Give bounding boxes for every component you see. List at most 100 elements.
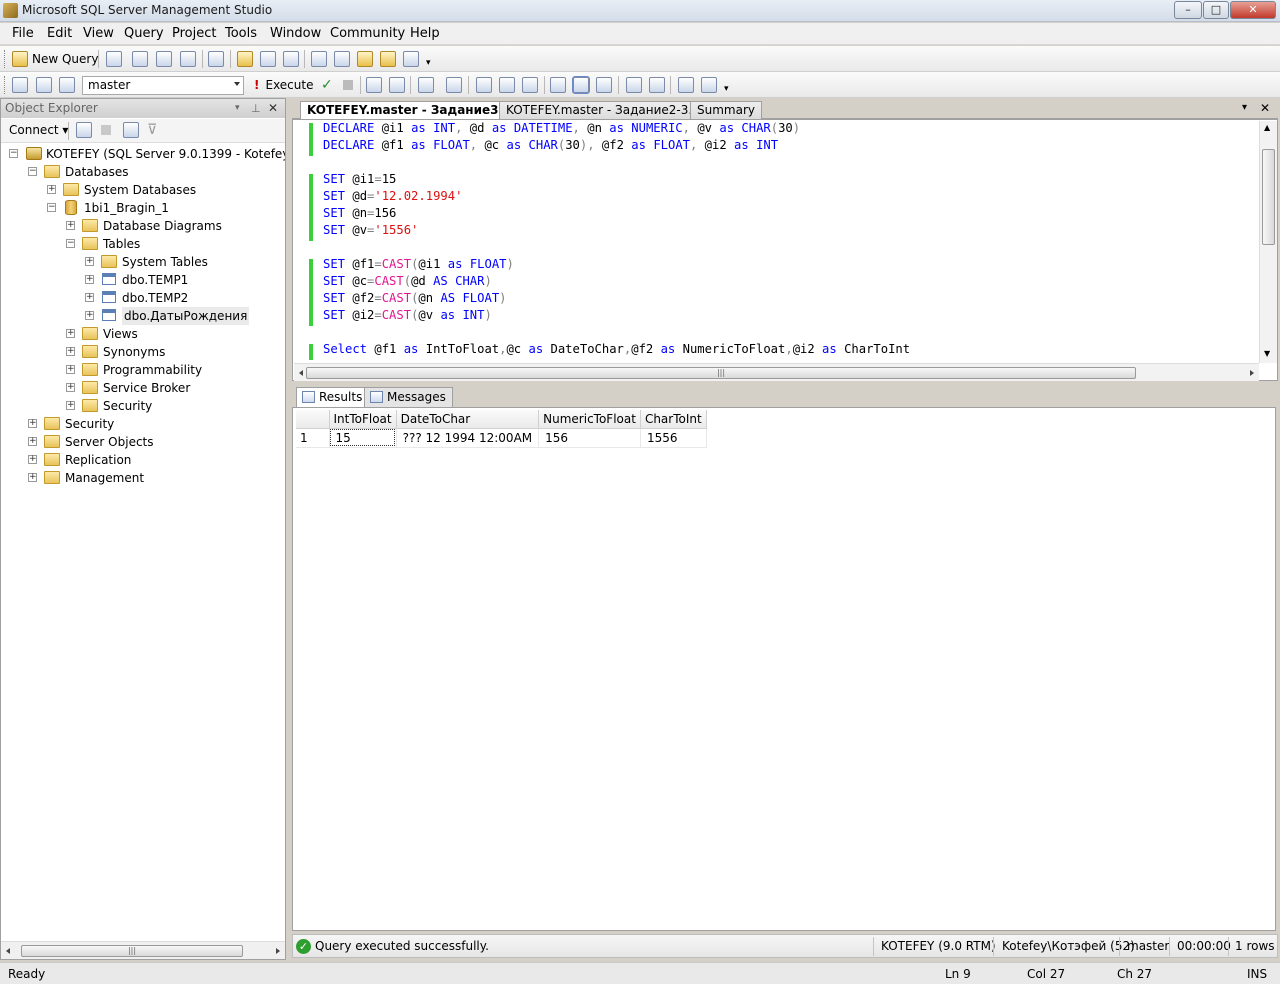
scroll-left-icon[interactable] [6, 948, 10, 954]
scroll-up-icon[interactable]: ▲ [1264, 123, 1270, 132]
toolbar-overflow-icon[interactable]: ▾ [426, 58, 431, 68]
expand-icon[interactable]: + [66, 221, 75, 230]
expand-icon[interactable]: + [28, 419, 37, 428]
editor-hscrollbar[interactable]: ||| [294, 363, 1259, 381]
expand-icon[interactable]: + [66, 401, 75, 410]
expand-icon[interactable]: + [66, 383, 75, 392]
stop-icon[interactable] [101, 125, 111, 135]
close-button[interactable]: ✕ [1230, 1, 1276, 19]
menu-window[interactable]: Window [270, 26, 321, 41]
properties-icon[interactable] [403, 51, 419, 67]
column-header[interactable]: IntToFloat [329, 410, 397, 429]
save-icon[interactable] [260, 51, 276, 67]
menu-file[interactable]: File [12, 26, 34, 41]
grid-cell[interactable]: 1556 [640, 428, 707, 448]
close-panel-icon[interactable]: ✕ [268, 99, 278, 118]
menu-tools[interactable]: Tools [225, 26, 257, 41]
object-explorer-hscrollbar[interactable]: ||| [1, 941, 285, 959]
open-file-icon[interactable] [237, 51, 253, 67]
menu-edit[interactable]: Edit [47, 26, 72, 41]
scroll-thumb[interactable] [1262, 149, 1275, 245]
disconnect-icon[interactable] [36, 77, 52, 93]
filter-icon[interactable]: ⊽ [147, 122, 157, 138]
scroll-left-icon[interactable] [299, 370, 303, 376]
table-row[interactable]: 1 15 ??? 12 1994 12:00AM 156 1556 [296, 428, 707, 448]
expand-icon[interactable]: + [47, 185, 56, 194]
decrease-indent-icon[interactable] [678, 77, 694, 93]
results-grid[interactable]: IntToFloat DateToChar NumericToFloat Cha… [296, 410, 707, 448]
parse-checkmark-icon[interactable]: ✓ [321, 77, 333, 93]
include-plan-icon[interactable] [476, 77, 492, 93]
maximize-button[interactable]: □ [1203, 1, 1229, 19]
tab-list-dropdown-icon[interactable]: ▾ [1242, 102, 1247, 113]
refresh-icon[interactable] [123, 122, 139, 138]
comment-lines-icon[interactable] [626, 77, 642, 93]
menu-help[interactable]: Help [410, 26, 440, 41]
tab-summary[interactable]: Summary [690, 101, 762, 119]
increase-indent-icon[interactable] [701, 77, 717, 93]
expand-icon[interactable]: + [85, 311, 94, 320]
scroll-thumb[interactable]: ||| [306, 367, 1136, 379]
expand-icon[interactable]: + [66, 329, 75, 338]
tab-query-2-3[interactable]: KOTEFEY.master - Задание2-3.sql [499, 101, 717, 119]
collapse-icon[interactable]: − [9, 149, 18, 158]
dropdown-icon[interactable]: ▾ [235, 99, 240, 118]
expand-icon[interactable]: + [28, 473, 37, 482]
results-to-file-icon[interactable] [572, 76, 590, 94]
expand-icon[interactable]: + [85, 293, 94, 302]
close-tab-icon[interactable]: ✕ [1260, 101, 1270, 115]
tab-results[interactable]: Results [296, 387, 370, 407]
results-to-grid-icon[interactable] [550, 77, 566, 93]
collapse-icon[interactable]: − [28, 167, 37, 176]
column-header[interactable]: NumericToFloat [538, 410, 641, 429]
column-header[interactable]: DateToChar [396, 410, 540, 429]
query-designer-icon[interactable] [389, 77, 405, 93]
row-number[interactable]: 1 [296, 428, 330, 448]
new-file-icon[interactable] [106, 51, 122, 67]
comment-out-icon[interactable] [596, 77, 612, 93]
minimize-button[interactable]: – [1174, 1, 1202, 19]
database-select[interactable]: master [82, 76, 244, 95]
expand-icon[interactable]: + [28, 437, 37, 446]
new-project-icon[interactable] [208, 51, 224, 67]
collapse-icon[interactable]: − [66, 239, 75, 248]
template-explorer-icon[interactable] [380, 51, 396, 67]
toolbar-grip[interactable] [4, 76, 7, 94]
client-stats-icon[interactable] [499, 77, 515, 93]
editor-vscrollbar[interactable]: ▲ ▼ [1259, 121, 1277, 363]
grid-cell[interactable]: 15 [329, 428, 397, 448]
expand-icon[interactable]: + [66, 347, 75, 356]
expand-icon[interactable]: + [28, 455, 37, 464]
menu-view[interactable]: View [83, 26, 114, 41]
disconnect-icon[interactable] [76, 122, 92, 138]
scroll-right-icon[interactable] [1250, 370, 1254, 376]
save-all-icon[interactable] [283, 51, 299, 67]
connect-icon[interactable] [12, 77, 28, 93]
database-engine-query-icon[interactable] [132, 51, 148, 67]
scroll-thumb[interactable]: ||| [21, 945, 243, 957]
analysis-query-icon[interactable] [156, 51, 172, 67]
specify-values-icon[interactable] [418, 77, 434, 93]
object-explorer-icon[interactable] [357, 51, 373, 67]
expand-icon[interactable]: + [85, 275, 94, 284]
cancel-query-icon[interactable] [343, 80, 353, 90]
summary-icon[interactable] [334, 51, 350, 67]
column-header[interactable]: CharToInt [640, 410, 707, 429]
grid-cell[interactable]: 156 [538, 428, 641, 448]
display-plan-icon[interactable] [366, 77, 382, 93]
menu-project[interactable]: Project [172, 26, 216, 41]
grid-cell[interactable]: ??? 12 1994 12:00AM [396, 428, 540, 448]
mdx-query-icon[interactable] [180, 51, 196, 67]
pin-icon[interactable]: ⊥ [251, 99, 261, 118]
collapse-icon[interactable]: − [47, 203, 56, 212]
expand-icon[interactable]: + [66, 365, 75, 374]
tab-messages[interactable]: Messages [364, 387, 453, 407]
scroll-right-icon[interactable] [276, 948, 280, 954]
results-to-text-icon[interactable] [522, 77, 538, 93]
menu-community[interactable]: Community [330, 26, 405, 41]
registered-servers-icon[interactable] [311, 51, 327, 67]
toolbar-overflow-icon[interactable]: ▾ [724, 84, 729, 94]
change-connection-icon[interactable] [59, 77, 75, 93]
menu-query[interactable]: Query [124, 26, 164, 41]
sql-editor[interactable]: DECLARE @i1 as INT, @d as DATETIME, @n a… [292, 119, 1278, 381]
